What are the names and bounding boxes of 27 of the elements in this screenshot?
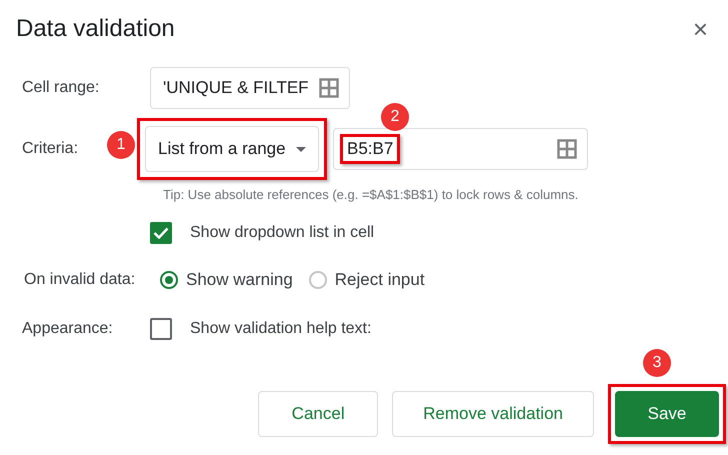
- radio-label[interactable]: Reject input: [334, 270, 425, 290]
- field-label: Criteria:: [22, 140, 80, 158]
- checkbox[interactable]: [150, 318, 172, 340]
- close-button[interactable]: ×: [692, 16, 708, 42]
- radio-button[interactable]: [308, 271, 327, 289]
- cell-range-field[interactable]: 'UNIQUE & FILTEF: [150, 67, 350, 109]
- field-label: Appearance:: [22, 320, 114, 338]
- radio-label[interactable]: Show warning: [186, 270, 293, 290]
- save-button[interactable]: Save: [615, 391, 719, 437]
- field-label: On invalid data:: [24, 271, 136, 289]
- step-badge: 2: [381, 103, 409, 131]
- field-label: Cell range:: [22, 79, 100, 97]
- grid-icon[interactable]: [557, 139, 577, 159]
- step-badge: 1: [107, 131, 135, 159]
- step-badge: 3: [643, 349, 671, 377]
- grid-icon[interactable]: [319, 78, 339, 98]
- tip-text: Tip: Use absolute references (e.g. =$A$1:$B$1) to lock rows & columns.: [163, 186, 580, 204]
- criteria-dropdown[interactable]: List from a range: [145, 126, 319, 172]
- dialog-button[interactable]: Remove validation: [392, 391, 594, 437]
- checkbox[interactable]: [150, 222, 172, 244]
- checkmark-icon: [153, 227, 169, 239]
- caret-icon: [296, 146, 306, 152]
- checkbox-label[interactable]: Show dropdown list in cell: [190, 224, 374, 242]
- dialog-title: Data validation: [16, 15, 175, 43]
- checkbox-label[interactable]: Show validation help text:: [190, 320, 372, 338]
- dialog-button[interactable]: Cancel: [258, 391, 378, 437]
- radio-button[interactable]: [160, 271, 178, 289]
